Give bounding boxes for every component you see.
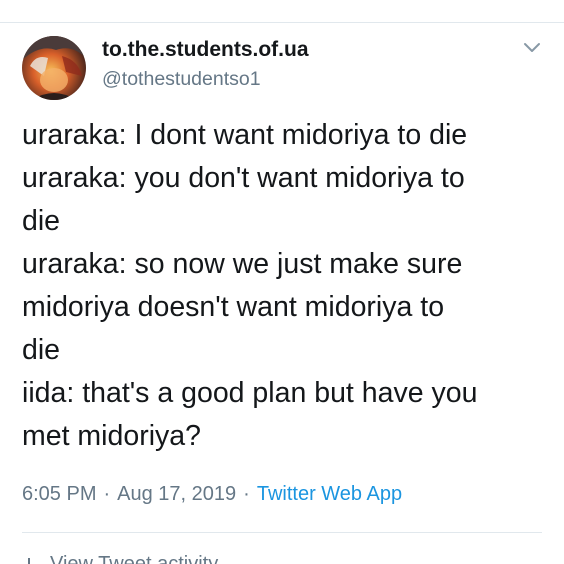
top-divider <box>0 22 564 23</box>
view-tweet-activity-label: View Tweet activity <box>50 553 219 564</box>
tweet-screenshot: to.the.students.of.ua @tothestudentso1 u… <box>0 0 564 564</box>
tweet-text-line: die <box>22 334 61 366</box>
tweet-date[interactable]: Aug 17, 2019 <box>117 483 236 505</box>
tweet-text: uraraka: I dont want midoriya to die ura… <box>22 114 552 458</box>
meta-separator: · <box>103 483 111 505</box>
bar-chart-icon <box>28 558 30 564</box>
avatar-portrait-icon <box>22 36 86 100</box>
tweet-text-line: iida: that's a good plan but have you <box>22 377 478 409</box>
bottom-divider <box>22 532 542 533</box>
chevron-down-icon[interactable] <box>522 40 542 56</box>
tweet-text-line: midoriya doesn't want midoriya to <box>22 291 445 323</box>
tweet-text-line: die <box>22 205 61 237</box>
meta-separator: · <box>243 483 250 505</box>
tweet-text-line: uraraka: you don't want midoriya to <box>22 162 465 194</box>
tweet-source-link[interactable]: Twitter Web App <box>257 483 402 505</box>
view-tweet-activity-link[interactable]: View Tweet activity <box>22 552 218 564</box>
author-display-name[interactable]: to.the.students.of.ua <box>102 38 309 62</box>
tweet-metadata: 6:05 PM · Aug 17, 2019 · Twitter Web App <box>22 480 402 508</box>
tweet-text-line: uraraka: so now we just make sure <box>22 248 463 280</box>
author-handle[interactable]: @tothestudentso1 <box>102 67 261 91</box>
tweet-text-line: uraraka: I dont want midoriya to die <box>22 119 468 151</box>
tweet-text-line: met midoriya? <box>22 420 201 452</box>
avatar[interactable] <box>22 36 86 100</box>
tweet-time[interactable]: 6:05 PM <box>22 483 96 505</box>
